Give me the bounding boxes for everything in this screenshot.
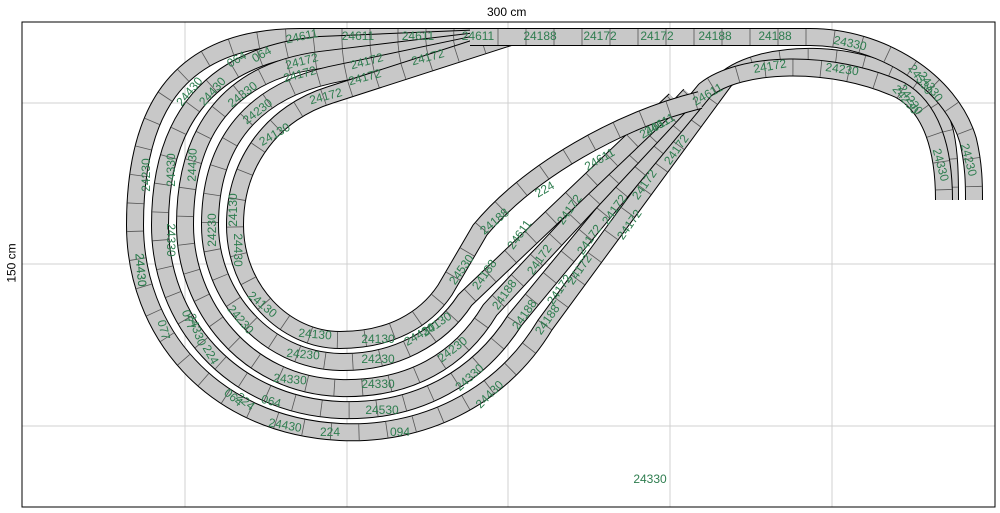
track-piece-label: 24330 — [164, 153, 178, 187]
layout-canvas[interactable]: 24611 24611 24611 24611 24188 24172 24172 24188… — [0, 0, 1000, 513]
track-piece-label: 24330 — [164, 223, 178, 257]
track-piece-label: 24430 — [132, 253, 149, 288]
track-piece-label: 24130 — [226, 193, 240, 227]
track-piece-label: 24330 — [361, 377, 395, 391]
track-piece-label: 24530 — [365, 403, 399, 417]
track-piece-label: 24330 — [633, 472, 667, 486]
track-piece-label: 24130 — [298, 326, 333, 343]
track-piece-label: 24430 — [231, 233, 245, 267]
track-piece-label: 24130 — [361, 332, 395, 346]
track-piece-label: 24230 — [286, 346, 321, 363]
track-piece-label: 24188 — [523, 29, 557, 43]
track-piece-label: 24188 — [698, 29, 732, 43]
track-piece-label: 24430 — [185, 148, 200, 182]
track-joint — [935, 189, 952, 191]
track-piece-label: 24172 — [640, 29, 674, 43]
track-piece-label: 24611 — [342, 29, 375, 43]
width-dimension-label: 300 cm — [486, 5, 528, 19]
track-piece-label: 24230 — [205, 213, 219, 247]
track-piece-label: 094 — [390, 425, 410, 439]
track-piece-label: 24188 — [758, 29, 792, 43]
track-piece-label: 24611 — [462, 29, 495, 43]
track-piece-label: 24230 — [139, 158, 153, 192]
track-piece-label: 24230 — [361, 352, 395, 366]
track-piece-label: 24172 — [583, 29, 617, 43]
track-piece-label: 24611 — [402, 29, 435, 43]
track-piece-label: 24330 — [273, 371, 308, 388]
height-dimension-label: 150 cm — [4, 243, 19, 283]
track-piece-label: 224 — [320, 425, 340, 439]
